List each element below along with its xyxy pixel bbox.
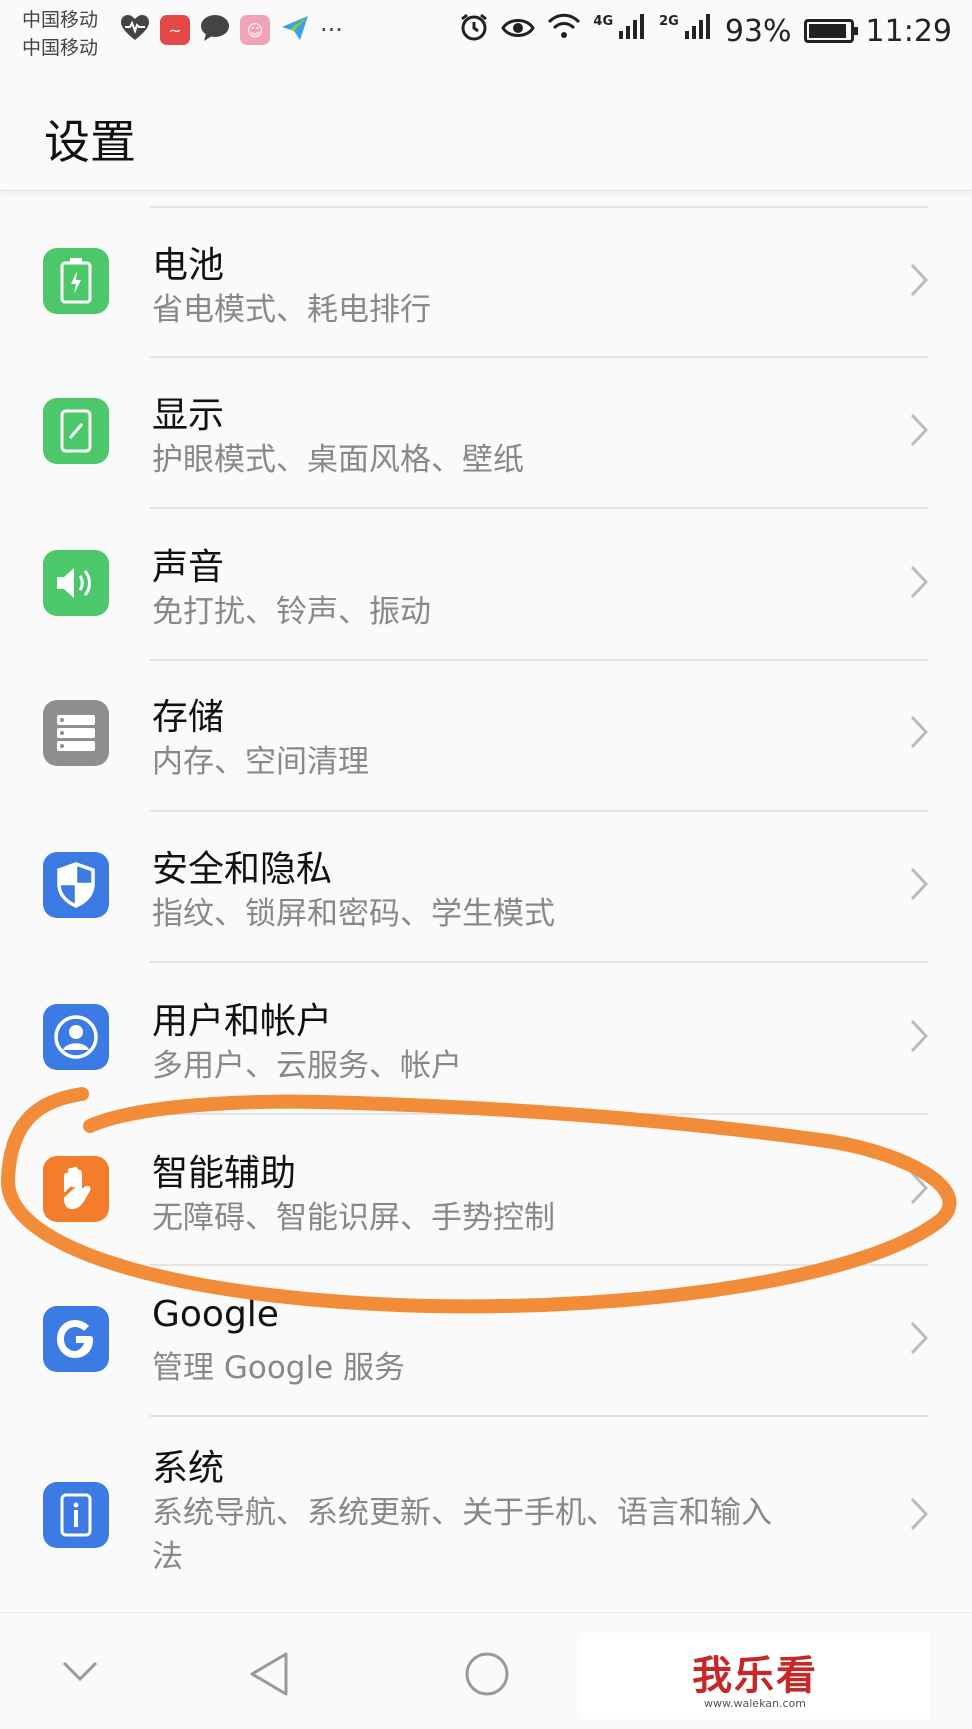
eye-comfort-icon xyxy=(501,14,536,49)
settings-item-title: Google xyxy=(152,1294,279,1335)
back-icon[interactable] xyxy=(248,1651,290,1697)
settings-item-storage[interactable]: 存储 内存、空间清理 xyxy=(0,659,972,809)
clock: 11:29 xyxy=(865,13,952,49)
carrier-labels: 中国移动 中国移动 xyxy=(22,6,98,62)
google-icon xyxy=(43,1306,109,1372)
hand-icon xyxy=(43,1156,109,1222)
settings-item-google[interactable]: Google 管理 Google 服务 xyxy=(0,1264,972,1414)
settings-item-security[interactable]: 安全和隐私 指纹、锁屏和密码、学生模式 xyxy=(0,810,972,960)
settings-item-subtitle: 省电模式、耗电排行 xyxy=(152,292,431,328)
chevron-right-icon xyxy=(910,1321,928,1355)
settings-item-title: 智能辅助 xyxy=(152,1153,297,1194)
page-title: 设置 xyxy=(44,115,136,169)
settings-item-subtitle: 护眼模式、桌面风格、壁纸 xyxy=(152,442,524,478)
storage-icon xyxy=(43,700,109,766)
notification-icons: ~ ☺ ··· xyxy=(120,14,343,46)
settings-item-users-accounts[interactable]: 用户和帐户 多用户、云服务、帐户 xyxy=(0,961,972,1111)
carrier-2: 中国移动 xyxy=(22,37,99,59)
settings-item-battery[interactable]: 电池 省电模式、耗电排行 xyxy=(0,204,972,354)
wifi-icon xyxy=(547,13,581,49)
carrier-1: 中国移动 xyxy=(22,9,99,31)
chat-bubble-icon xyxy=(200,14,230,46)
watermark-url: www.walekan.com xyxy=(704,1696,806,1710)
watermark-text: 我乐看 xyxy=(692,1652,818,1699)
user-icon xyxy=(43,1004,109,1070)
shield-icon xyxy=(43,852,109,918)
home-icon[interactable] xyxy=(464,1651,510,1697)
alarm-icon xyxy=(459,12,489,50)
info-icon xyxy=(43,1482,109,1548)
settings-item-title: 安全和隐私 xyxy=(152,849,333,890)
chevron-right-icon xyxy=(910,413,928,447)
network-type-1: 4G xyxy=(593,13,614,29)
watermark-logo: 我乐看 www.walekan.com xyxy=(580,1633,930,1719)
settings-item-title: 声音 xyxy=(152,547,225,588)
status-right: 4G 2G 93% 11:29 xyxy=(459,12,952,50)
battery-icon xyxy=(803,19,858,43)
settings-item-subtitle: 多用户、云服务、帐户 xyxy=(152,1048,462,1084)
settings-item-sound[interactable]: 声音 免打扰、铃声、振动 xyxy=(0,507,972,657)
settings-item-title: 系统 xyxy=(152,1448,225,1489)
status-bar: 中国移动 中国移动 ~ ☺ ··· 4G 2G 93% 11:29 xyxy=(0,0,972,70)
settings-item-subtitle: 管理 Google 服务 xyxy=(152,1350,406,1386)
settings-item-title: 显示 xyxy=(152,395,225,436)
chevron-down-icon[interactable] xyxy=(62,1661,98,1683)
paper-plane-icon xyxy=(280,14,310,46)
face-app-icon: ☺ xyxy=(240,15,270,45)
chevron-right-icon xyxy=(910,867,928,901)
network-type-2: 2G xyxy=(659,13,679,29)
settings-item-title: 用户和帐户 xyxy=(152,1001,333,1042)
settings-item-subtitle-line1: 系统导航、系统更新、关于手机、语言和输入 xyxy=(152,1495,772,1531)
chevron-right-icon xyxy=(910,1019,928,1053)
chevron-right-icon xyxy=(910,1171,928,1205)
settings-item-system[interactable]: 系统 系统导航、系统更新、关于手机、语言和输入 法 xyxy=(0,1415,972,1615)
settings-item-subtitle: 免打扰、铃声、振动 xyxy=(152,594,431,630)
settings-item-title: 电池 xyxy=(152,245,225,286)
settings-item-smart-assistance[interactable]: 智能辅助 无障碍、智能识屏、手势控制 xyxy=(0,1113,972,1263)
settings-item-title: 存储 xyxy=(152,697,225,738)
settings-item-subtitle: 指纹、锁屏和密码、学生模式 xyxy=(152,896,555,932)
display-icon xyxy=(43,398,109,464)
settings-item-subtitle: 无障碍、智能识屏、手势控制 xyxy=(152,1200,555,1236)
sound-icon xyxy=(43,550,109,616)
signal-icon-2 xyxy=(683,13,713,49)
chevron-right-icon xyxy=(910,565,928,599)
more-notifications-icon: ··· xyxy=(320,16,343,44)
battery-percent: 93% xyxy=(724,13,792,49)
chevron-right-icon xyxy=(910,1497,928,1531)
red-app-icon: ~ xyxy=(160,15,190,45)
battery-icon xyxy=(43,248,109,314)
chevron-right-icon xyxy=(910,715,928,749)
signal-icon-1 xyxy=(617,13,647,49)
settings-item-subtitle: 内存、空间清理 xyxy=(152,744,369,780)
settings-item-display[interactable]: 显示 护眼模式、桌面风格、壁纸 xyxy=(0,356,972,506)
health-heart-icon xyxy=(120,14,150,46)
app-header: 设置 xyxy=(0,70,972,191)
settings-item-subtitle-line2: 法 xyxy=(152,1539,183,1575)
chevron-right-icon xyxy=(910,263,928,297)
